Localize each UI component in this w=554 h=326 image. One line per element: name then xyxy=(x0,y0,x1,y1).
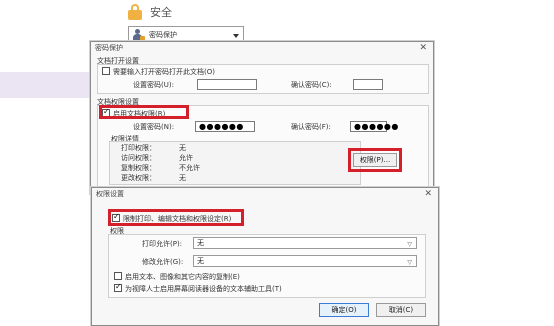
enable-copy-label: 启用文本、图像和其它内容的复制(E) xyxy=(125,273,240,281)
change-allowed-select[interactable]: 无 ▽ xyxy=(193,255,417,267)
close-icon[interactable]: ✕ xyxy=(424,189,432,199)
password-protection-dialog: 密码保护 ✕ 文档打开设置 需要输入打开密码打开此文档(O) 设置密码(U): … xyxy=(90,41,434,194)
perm-dialog-title: 权限设置 xyxy=(96,190,124,198)
perm-confirm-label: 确认密码(F): xyxy=(291,123,331,131)
dialog-titlebar: 密码保护 ✕ xyxy=(91,42,433,54)
permission-settings-dialog: 权限设置 ✕ 限制打印、编辑文档和权限设定(R) 权限 打印允许(P): 无 ▽… xyxy=(91,187,439,326)
access-permission-label: 访问权限： xyxy=(121,154,156,162)
dropdown-arrow-icon xyxy=(233,34,239,38)
enable-copy-checkbox[interactable] xyxy=(114,272,122,280)
highlight-box-permissions-button xyxy=(348,148,402,172)
change-permission-label: 更改权限： xyxy=(121,174,156,182)
change-allowed-value: 无 xyxy=(197,257,204,265)
copy-permission-value: 不允许 xyxy=(179,164,200,172)
change-allowed-label: 修改允许(G): xyxy=(142,258,184,266)
security-header: 安全 xyxy=(128,4,172,20)
print-permission-label: 打印权限： xyxy=(121,144,156,152)
lock-icon xyxy=(128,4,142,20)
perm-password-input[interactable]: ●●●●●● xyxy=(195,121,255,132)
print-allowed-select[interactable]: 无 ▽ xyxy=(193,237,417,249)
accessibility-checkbox[interactable] xyxy=(114,282,122,292)
highlight-box-permission xyxy=(99,105,189,119)
open-password-input[interactable] xyxy=(197,79,257,90)
cancel-button[interactable]: 取消(C) xyxy=(376,303,426,317)
highlight-box-restrict xyxy=(108,209,244,226)
open-confirm-input[interactable] xyxy=(353,79,383,90)
open-confirm-label: 确认密码(C): xyxy=(291,81,332,89)
open-password-label: 设置密码(U): xyxy=(133,81,174,89)
print-allowed-value: 无 xyxy=(197,239,204,247)
require-open-password-label: 需要输入打开密码打开此文档(O) xyxy=(113,68,215,76)
background-band xyxy=(0,72,100,98)
accessibility-label: 为视障人士启用屏幕阅读器设备的文本辅助工具(T) xyxy=(125,285,282,293)
perm-dialog-titlebar: 权限设置 ✕ xyxy=(92,188,438,200)
perm-password-label: 设置密码(N): xyxy=(133,123,175,131)
security-title: 安全 xyxy=(150,6,172,19)
security-method-value: 密码保护 xyxy=(149,31,177,39)
print-permission-value: 无 xyxy=(179,144,186,152)
perm-confirm-input[interactable]: ●●●●●● xyxy=(350,121,398,132)
ok-button[interactable]: 确定(O) xyxy=(319,303,369,317)
dialog-title: 密码保护 xyxy=(95,44,123,52)
chevron-down-icon: ▽ xyxy=(407,259,412,266)
chevron-down-icon: ▽ xyxy=(407,241,412,248)
copy-permission-label: 复制权限： xyxy=(121,164,156,172)
change-permission-value: 无 xyxy=(179,174,186,182)
access-permission-value: 允许 xyxy=(179,154,193,162)
user-lock-icon xyxy=(133,29,145,41)
require-open-password-checkbox[interactable] xyxy=(102,67,110,75)
close-icon[interactable]: ✕ xyxy=(419,43,427,53)
print-allowed-label: 打印允许(P): xyxy=(142,240,183,248)
